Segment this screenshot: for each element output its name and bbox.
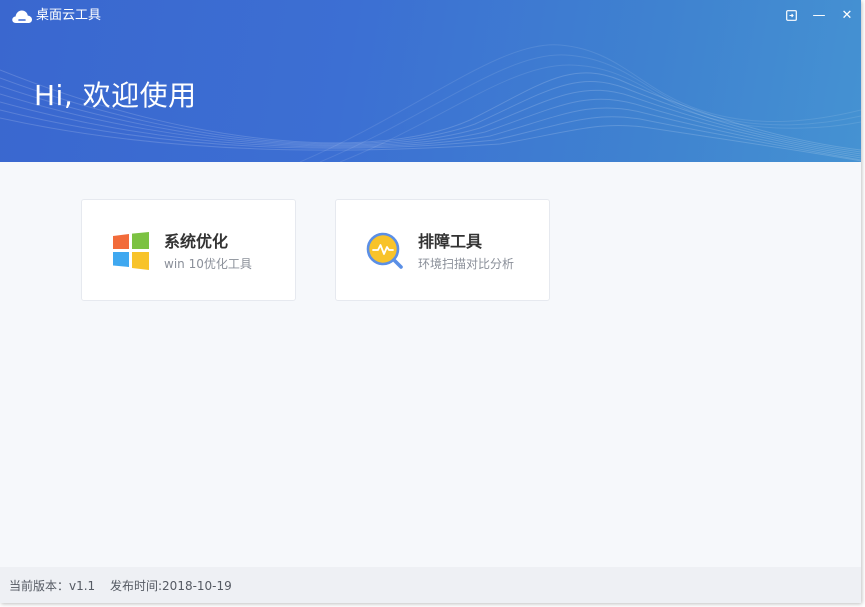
version-label: 当前版本：v1.1 [9, 579, 96, 593]
restore-button[interactable] [780, 5, 802, 25]
diagnostic-magnifier-icon [366, 232, 403, 269]
header-banner: 桌面云工具 — ✕ Hi, 欢迎使用 [0, 0, 861, 162]
minimize-button[interactable]: — [808, 5, 830, 25]
card-subtitle: 环境扫描对比分析 [418, 257, 515, 271]
cloud-icon [12, 10, 33, 23]
windows-logo-icon [113, 232, 149, 270]
greeting-text: Hi, 欢迎使用 [34, 79, 197, 112]
card-title: 系统优化 [164, 232, 229, 251]
card-troubleshoot[interactable]: 排障工具 环境扫描对比分析 [335, 199, 550, 301]
status-bar: 当前版本：v1.1 发布时间:2018-10-19 [0, 567, 861, 603]
close-icon: ✕ [841, 7, 853, 23]
close-button[interactable]: ✕ [836, 5, 858, 25]
title-bar[interactable]: 桌面云工具 — ✕ [0, 0, 861, 32]
app-window: 桌面云工具 — ✕ Hi, 欢迎使用 系统优化 win 10优化工具 排障工具 … [0, 0, 861, 603]
card-subtitle: win 10优化工具 [164, 257, 252, 271]
card-title: 排障工具 [418, 232, 483, 251]
minimize-icon: — [812, 7, 826, 23]
app-title: 桌面云工具 [36, 8, 102, 23]
release-date-label: 发布时间:2018-10-19 [110, 579, 232, 593]
restore-icon [785, 9, 797, 21]
card-system-optimize[interactable]: 系统优化 win 10优化工具 [81, 199, 296, 301]
